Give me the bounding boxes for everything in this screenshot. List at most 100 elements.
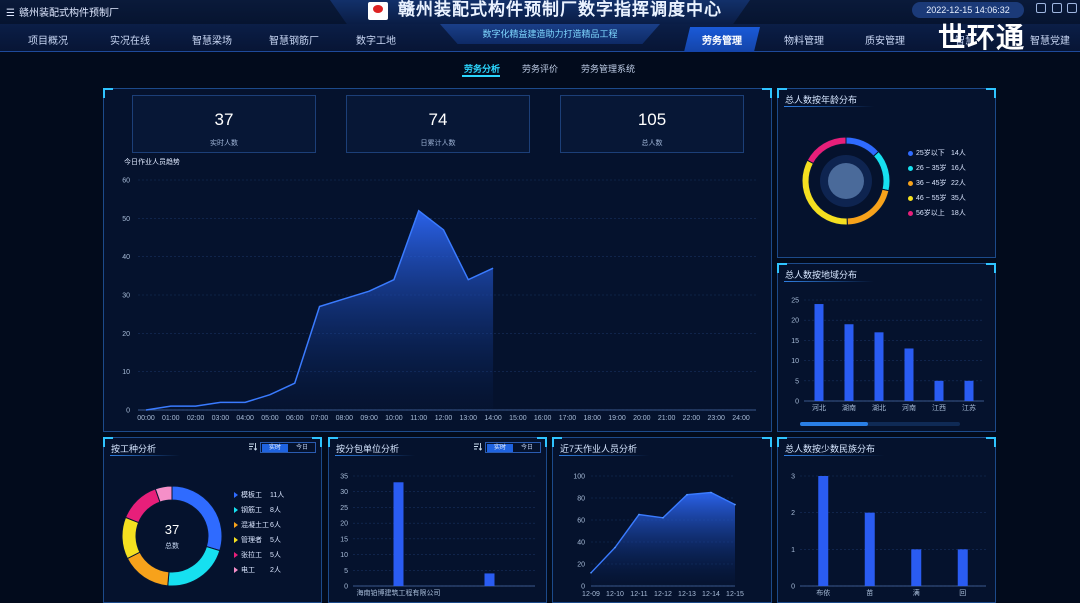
y-tick-label: 1 [791, 547, 795, 554]
region-bar-chart: 0 5 10 15 20 25 河北 湖南 湖北 河南 江西 江苏 [791, 298, 984, 412]
y-tick-label: 10 [791, 358, 799, 365]
trend-title: 今日作业人员趋势 [124, 159, 180, 166]
donut-core [828, 163, 864, 199]
worktype-panel: 按工种分析 实时 今日 37 总数 模板工 11人 钢筋工 8人 混凝土工 6人 管理者 5人… [103, 437, 322, 603]
age-panel: 总人数按年龄分布 25岁以下 14人 26 ~ 35岁 16人 36 ~ 45岁 22人 4… [777, 88, 996, 258]
legend-item: 混凝土工 6人 [234, 520, 281, 530]
region-panel: 总人数按地域分布 0 5 10 15 20 25 河北 湖南 湖北 河南 江西 江苏 [777, 263, 996, 432]
legend-label: 36 ~ 45岁 [916, 180, 947, 187]
fullscreen-icon[interactable] [1067, 3, 1077, 13]
y-tick-label: 10 [122, 369, 130, 376]
app-name-label: 赣州装配式构件预制厂 [18, 8, 119, 19]
data-point [734, 503, 736, 506]
subcontract-bar-chart: 0 5 10 15 20 25 30 35 海南铂博建筑工程有限公司 [340, 474, 535, 597]
legend-value: 5人 [270, 552, 281, 559]
nav-project-overview[interactable]: 项目概况 [28, 32, 68, 47]
legend-label: 电工 [241, 567, 255, 574]
legend-label: 46 ~ 55岁 [916, 195, 947, 202]
week-panel: 近7天作业人员分析 0 20 40 60 80 100 12-09 12-10 12-11 12-… [552, 437, 772, 603]
watermark: 世环通 [938, 22, 1026, 53]
stat-total-value: 105 [637, 110, 667, 129]
nav-live[interactable]: 实况在线 [110, 32, 150, 47]
y-tick-label: 2 [791, 510, 795, 517]
data-point [662, 517, 664, 519]
legend-label: 模板工 [241, 492, 262, 499]
x-tick-label: 09:00 [360, 415, 378, 422]
x-tick-label: 04:00 [236, 415, 254, 422]
bar [393, 482, 404, 586]
screen-icon[interactable] [1052, 3, 1062, 13]
x-tick-label: 19:00 [608, 415, 626, 422]
subnav-labor-system[interactable]: 劳务管理系统 [581, 62, 635, 75]
nav-labor-management[interactable]: 劳务管理 [684, 27, 760, 52]
data-point [614, 546, 616, 549]
x-tick-label: 11:00 [410, 415, 427, 422]
x-tick-label: 18:00 [583, 415, 601, 422]
x-tick-label: 回 [959, 589, 966, 597]
y-tick-label: 60 [122, 178, 130, 185]
y-tick-label: 50 [122, 216, 130, 223]
x-tick-label: 24:00 [732, 415, 750, 422]
main-panel: 37 实时人数 74 日累计人数 105 总人数 今日作业人员趋势 0 10 20 3… [103, 88, 772, 432]
y-tick-label: 100 [573, 474, 585, 481]
nav-quality-safety[interactable]: 质安管理 [865, 32, 905, 47]
export-icon[interactable] [1036, 3, 1046, 13]
x-tick-label: 江西 [932, 404, 946, 412]
x-tick-label: 满 [913, 588, 920, 597]
x-tick-label: 00:00 [137, 415, 155, 422]
nav-digital-site[interactable]: 数字工地 [356, 32, 396, 47]
legend-swatch [908, 210, 913, 216]
app-name[interactable]: ☰ 赣州装配式构件预制厂 [6, 4, 119, 19]
x-tick-label: 12-09 [582, 591, 600, 598]
nav-party[interactable]: 智慧党建 [1030, 32, 1070, 47]
subnav-active-indicator [462, 75, 500, 77]
bar [864, 512, 875, 586]
legend-swatch [234, 537, 238, 544]
legend-label: 26 ~ 35岁 [916, 165, 947, 172]
x-tick-label: 07:00 [311, 415, 329, 422]
legend-item: 张拉工 5人 [234, 550, 281, 560]
area-fill [146, 210, 494, 410]
worktype-donut-chart [121, 485, 223, 587]
legend-swatch [234, 552, 238, 559]
legend-label: 混凝土工 [241, 522, 269, 529]
stat-realtime-value: 37 [214, 110, 234, 129]
data-point [638, 513, 640, 516]
y-tick-label: 25 [340, 505, 348, 512]
region-scrollbar-thumb[interactable] [800, 422, 868, 426]
x-tick-label: 河北 [812, 404, 826, 412]
y-tick-label: 35 [340, 474, 348, 481]
bar [904, 348, 914, 401]
legend-label: 25岁以下 [916, 150, 945, 157]
stat-daily: 74 日累计人数 [346, 95, 530, 153]
legend-value: 5人 [270, 537, 281, 544]
nav-smart-rebar[interactable]: 智慧钢筋厂 [269, 32, 319, 47]
menu-icon[interactable]: ☰ [6, 8, 15, 19]
week-area-chart: 0 20 40 60 80 100 12-09 12-10 12-11 12-12 12-13 12-… [573, 474, 744, 599]
ethnic-bar-chart: 0 1 2 3 布依 苗 满 回 [791, 474, 986, 597]
y-tick-label: 40 [122, 254, 130, 261]
nav-smart-beam[interactable]: 智慧梁场 [192, 32, 232, 47]
nav-materials[interactable]: 物料管理 [784, 32, 824, 47]
region-scrollbar[interactable] [800, 422, 960, 426]
legend-swatch [908, 180, 913, 186]
donut-slice [845, 136, 880, 157]
x-tick-label: 21:00 [658, 415, 676, 422]
y-tick-label: 25 [791, 298, 799, 305]
y-tick-label: 15 [791, 338, 799, 345]
y-tick-label: 40 [577, 540, 585, 547]
legend-value: 16人 [951, 165, 966, 172]
subcontract-panel: 按分包单位分析 实时 今日 0 5 10 15 20 25 30 35 海南铂博建筑工程有限公司 [328, 437, 547, 603]
x-tick-label: 12-14 [702, 591, 720, 598]
slogan-plate: 数字化精益建造助力打造精品工程 [440, 24, 660, 44]
legend-item: 56岁以上 18人 [908, 208, 966, 218]
y-tick-label: 20 [122, 331, 130, 338]
subnav-labor-evaluation[interactable]: 劳务评价 [522, 62, 558, 75]
subnav-labor-analysis[interactable]: 劳务分析 [464, 62, 500, 75]
y-tick-label: 20 [340, 521, 348, 528]
legend-value: 6人 [270, 522, 281, 529]
legend-swatch [234, 492, 238, 499]
y-tick-label: 0 [126, 408, 130, 415]
x-tick-label: 布依 [816, 588, 830, 597]
stat-daily-value: 74 [428, 110, 448, 129]
